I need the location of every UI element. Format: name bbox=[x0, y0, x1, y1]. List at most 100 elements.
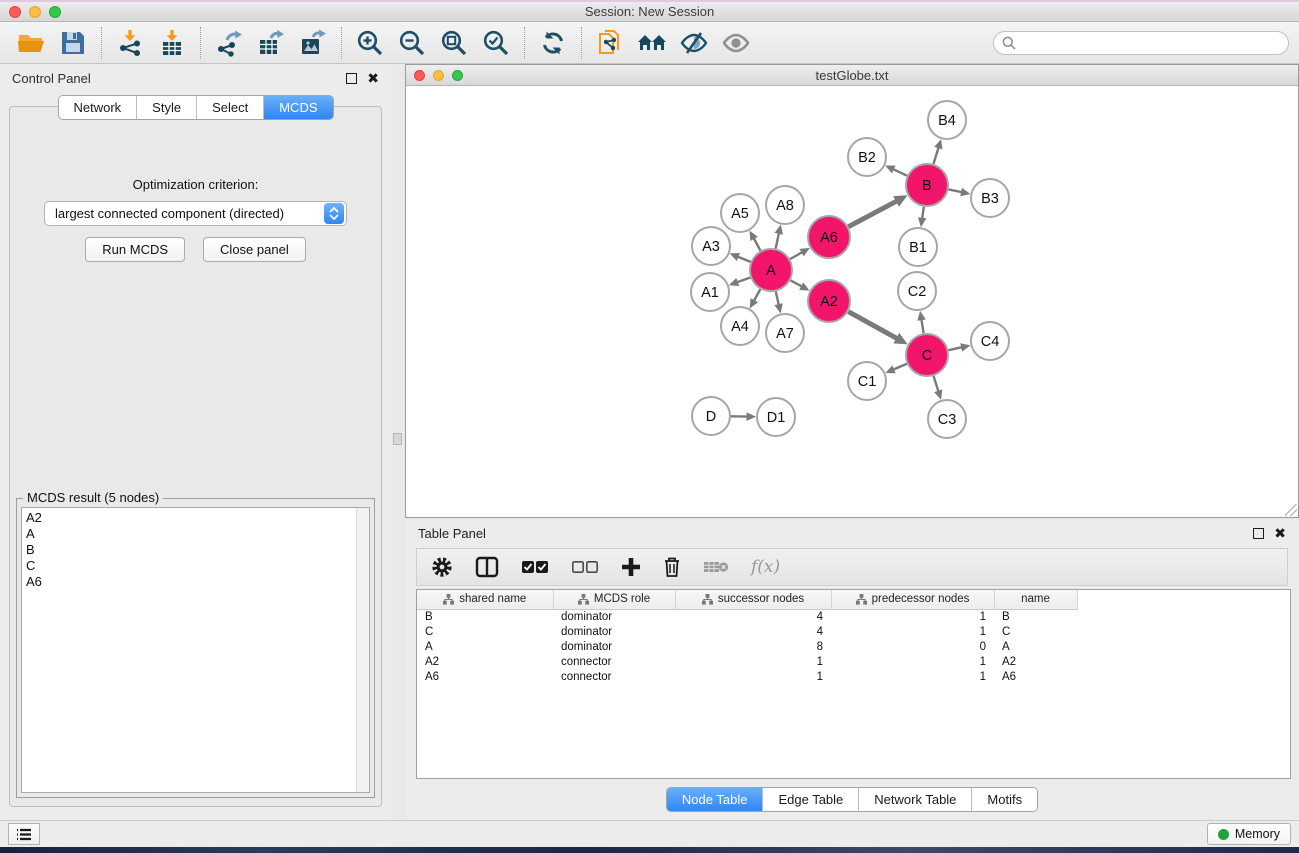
open-file-button[interactable] bbox=[10, 24, 52, 62]
graph-edge-C-C1[interactable] bbox=[885, 364, 906, 373]
tab-edge-table[interactable]: Edge Table bbox=[763, 788, 859, 811]
graph-edge-B-B3[interactable] bbox=[949, 188, 971, 196]
function-builder-button[interactable]: f(x) bbox=[751, 557, 780, 577]
result-scrollbar[interactable] bbox=[356, 508, 369, 792]
table-cell[interactable]: B bbox=[417, 609, 553, 624]
memory-button[interactable]: Memory bbox=[1207, 823, 1291, 845]
graph-node-B1[interactable]: B1 bbox=[899, 228, 937, 266]
graph-node-B3[interactable]: B3 bbox=[971, 179, 1009, 217]
table-cell[interactable]: dominator bbox=[553, 624, 675, 639]
table-cell[interactable]: C bbox=[417, 624, 553, 639]
table-cell[interactable]: 1 bbox=[675, 654, 831, 669]
table-cell[interactable]: 1 bbox=[831, 624, 994, 639]
graph-edge-A-A8[interactable] bbox=[775, 225, 783, 249]
graph-node-B[interactable]: B bbox=[906, 164, 948, 206]
graph-edge-A-A6[interactable] bbox=[790, 248, 810, 259]
tab-select[interactable]: Select bbox=[197, 96, 264, 119]
result-list-item[interactable]: A2 bbox=[26, 510, 352, 526]
graph-edge-A-A2[interactable] bbox=[790, 280, 809, 290]
search-field[interactable] bbox=[993, 31, 1289, 55]
close-network-button[interactable] bbox=[414, 70, 425, 81]
import-table-button[interactable] bbox=[151, 24, 193, 62]
hide-details-button[interactable] bbox=[673, 24, 715, 62]
show-details-button[interactable] bbox=[715, 24, 757, 62]
column-header[interactable]: shared name bbox=[417, 590, 553, 609]
deselect-all-button[interactable] bbox=[571, 560, 599, 574]
run-mcds-button[interactable]: Run MCDS bbox=[85, 237, 185, 262]
graph-edge-C-C4[interactable] bbox=[948, 343, 970, 351]
export-image-button[interactable] bbox=[292, 24, 334, 62]
graph-node-A3[interactable]: A3 bbox=[692, 227, 730, 265]
graph-node-B4[interactable]: B4 bbox=[928, 101, 966, 139]
close-panel-icon[interactable]: ✖ bbox=[367, 73, 379, 84]
table-cell[interactable]: 1 bbox=[831, 654, 994, 669]
table-cell[interactable]: 4 bbox=[675, 624, 831, 639]
graph-node-D1[interactable]: D1 bbox=[757, 398, 795, 436]
graph-node-C4[interactable]: C4 bbox=[971, 322, 1009, 360]
graph-edge-B-B2[interactable] bbox=[885, 165, 907, 175]
tab-style[interactable]: Style bbox=[137, 96, 197, 119]
table-cell[interactable]: 0 bbox=[831, 639, 994, 654]
refresh-button[interactable] bbox=[532, 24, 574, 62]
table-cell[interactable]: A2 bbox=[417, 654, 553, 669]
import-network-button[interactable] bbox=[109, 24, 151, 62]
resize-grip[interactable] bbox=[1285, 504, 1297, 516]
graph-edge-B-B1[interactable] bbox=[918, 207, 927, 227]
table-cell[interactable]: A6 bbox=[994, 669, 1077, 684]
graph-node-A[interactable]: A bbox=[750, 249, 792, 291]
table-cell[interactable]: B bbox=[994, 609, 1077, 624]
table-settings-button[interactable] bbox=[431, 556, 453, 578]
graph-edge-C-C2[interactable] bbox=[917, 311, 925, 334]
graph-node-C1[interactable]: C1 bbox=[848, 362, 886, 400]
zoom-out-button[interactable] bbox=[391, 24, 433, 62]
table-row[interactable]: A6connector11A6 bbox=[417, 669, 1077, 684]
result-list-item[interactable]: C bbox=[26, 558, 352, 574]
zoom-selected-button[interactable] bbox=[475, 24, 517, 62]
delete-column-button[interactable] bbox=[663, 556, 681, 578]
graph-node-B2[interactable]: B2 bbox=[848, 138, 886, 176]
home-button[interactable] bbox=[631, 24, 673, 62]
float-table-panel-icon[interactable] bbox=[1253, 528, 1264, 539]
graph-edge-D-D1[interactable] bbox=[731, 412, 756, 421]
zoom-in-button[interactable] bbox=[349, 24, 391, 62]
column-header[interactable]: predecessor nodes bbox=[831, 590, 994, 609]
graph-edge-A-A7[interactable] bbox=[774, 291, 782, 313]
tab-network-table[interactable]: Network Table bbox=[859, 788, 972, 811]
add-column-button[interactable] bbox=[621, 557, 641, 577]
graph-node-A2[interactable]: A2 bbox=[808, 280, 850, 322]
graph-node-A5[interactable]: A5 bbox=[721, 194, 759, 232]
graph-node-C2[interactable]: C2 bbox=[898, 272, 936, 310]
result-list-item[interactable]: B bbox=[26, 542, 352, 558]
float-panel-icon[interactable] bbox=[346, 73, 357, 84]
table-cell[interactable]: A6 bbox=[417, 669, 553, 684]
table-row[interactable]: Adominator80A bbox=[417, 639, 1077, 654]
graph-edge-A-A5[interactable] bbox=[750, 231, 761, 251]
table-cell[interactable]: connector bbox=[553, 669, 675, 684]
table-cell[interactable]: 4 bbox=[675, 609, 831, 624]
table-cell[interactable]: dominator bbox=[553, 639, 675, 654]
show-panels-button[interactable] bbox=[8, 823, 40, 845]
minimize-network-button[interactable] bbox=[433, 70, 444, 81]
table-cell[interactable]: connector bbox=[553, 654, 675, 669]
split-divider-handle[interactable] bbox=[393, 433, 402, 445]
graph-node-C[interactable]: C bbox=[906, 334, 948, 376]
graph-edge-A2-C[interactable] bbox=[848, 312, 907, 345]
graph-node-A4[interactable]: A4 bbox=[721, 307, 759, 345]
graph-node-D[interactable]: D bbox=[692, 397, 730, 435]
table-cell[interactable]: 1 bbox=[831, 669, 994, 684]
table-row[interactable]: Cdominator41C bbox=[417, 624, 1077, 639]
table-cell[interactable]: 8 bbox=[675, 639, 831, 654]
close-panel-button[interactable]: Close panel bbox=[203, 237, 306, 262]
export-table-button[interactable] bbox=[250, 24, 292, 62]
graph-edge-C-C3[interactable] bbox=[934, 376, 943, 400]
graph-node-A8[interactable]: A8 bbox=[766, 186, 804, 224]
search-input[interactable] bbox=[1021, 36, 1280, 50]
criterion-dropdown[interactable]: largest connected component (directed) bbox=[44, 201, 347, 226]
graph-edge-A-A3[interactable] bbox=[730, 253, 751, 262]
tab-motifs[interactable]: Motifs bbox=[972, 788, 1037, 811]
tab-mcds[interactable]: MCDS bbox=[264, 96, 332, 119]
table-cell[interactable]: C bbox=[994, 624, 1077, 639]
graph-node-A6[interactable]: A6 bbox=[808, 216, 850, 258]
table-row[interactable]: Bdominator41B bbox=[417, 609, 1077, 624]
table-row[interactable]: A2connector11A2 bbox=[417, 654, 1077, 669]
